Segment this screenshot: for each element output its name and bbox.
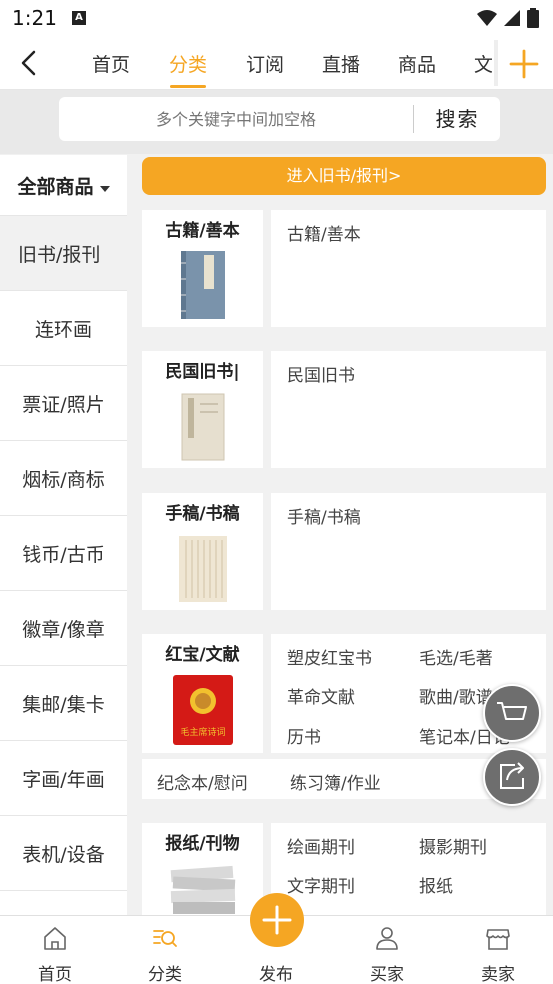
category-card-left[interactable]: 红宝/文献 毛主席诗词 — [142, 634, 263, 753]
tab-home[interactable]: 首页 — [92, 50, 130, 77]
category-title: 报纸/刊物 — [165, 834, 240, 854]
category-search-icon — [153, 930, 177, 947]
sidebar-item-comics[interactable]: 连环画 — [0, 291, 127, 366]
status-bar: 1:21 A — [0, 0, 553, 36]
publish-button[interactable] — [250, 893, 304, 947]
cart-icon — [497, 702, 527, 720]
cart-button[interactable] — [483, 684, 541, 742]
subcategory-list: 民国旧书 — [271, 351, 546, 468]
bottom-nav-category[interactable]: 分类 — [110, 916, 220, 984]
category-card-left[interactable]: 手稿/书稿 — [142, 493, 263, 610]
tab-article[interactable]: 文 — [474, 50, 492, 77]
top-nav-bar: 首页 分类 订阅 直播 商品 文 — [0, 36, 553, 90]
notification-icon: A — [72, 11, 86, 25]
sidebar-item-coins[interactable]: 钱币/古币 — [0, 516, 127, 591]
subcategory-list: 古籍/善本 — [271, 210, 546, 327]
subcategory-item[interactable]: 毛选/毛著 — [419, 644, 493, 669]
subcategory-item[interactable]: 歌曲/歌谱 — [419, 683, 493, 708]
tab-goods[interactable]: 商品 — [398, 50, 436, 77]
category-tabs: 首页 分类 订阅 直播 商品 文 — [74, 36, 492, 90]
subcategory-item[interactable]: 革命文献 — [287, 683, 355, 708]
all-goods-dropdown[interactable]: 全部商品 — [0, 155, 127, 216]
category-card: 民国旧书| 民国旧书 — [142, 351, 546, 468]
tab-subscribe[interactable]: 订阅 — [246, 50, 284, 77]
category-title: 古籍/善本 — [165, 221, 240, 241]
search-box: 搜索 — [59, 97, 500, 141]
sidebar-item-paintings[interactable]: 字画/年画 — [0, 741, 127, 816]
subcategory-list: 手稿/书稿 — [271, 493, 546, 610]
subcategory-item[interactable]: 历书 — [287, 723, 321, 748]
bottom-nav-seller[interactable]: 卖家 — [443, 916, 553, 984]
search-input[interactable] — [59, 97, 413, 141]
nav-divider — [494, 40, 498, 86]
category-title: 民国旧书| — [165, 362, 240, 382]
subcategory-item[interactable]: 绘画期刊 — [287, 833, 355, 858]
search-button[interactable]: 搜索 — [415, 97, 500, 141]
sidebar-item-cigarette-labels[interactable]: 烟标/商标 — [0, 441, 127, 516]
battery-icon — [527, 8, 539, 28]
search-area: 搜索 — [0, 90, 553, 154]
category-card-left[interactable]: 民国旧书| — [142, 351, 263, 468]
category-card-left[interactable]: 古籍/善本 — [142, 210, 263, 327]
share-button[interactable] — [483, 748, 541, 806]
subcategory-item[interactable]: 摄影期刊 — [419, 833, 487, 858]
republic-book-image — [181, 393, 224, 461]
category-sidebar: 全部商品 旧书/报刊 连环画 票证/照片 烟标/商标 钱币/古币 徽章/像章 集… — [0, 155, 127, 915]
bottom-nav-label: 分类 — [148, 965, 182, 984]
all-goods-label: 全部商品 — [17, 175, 94, 198]
category-card-left[interactable]: 报纸/刊物 — [142, 823, 263, 915]
newspaper-stack-image — [170, 865, 235, 914]
category-card: 古籍/善本 古籍/善本 — [142, 210, 546, 327]
category-title: 手稿/书稿 — [165, 504, 240, 524]
status-time: 1:21 — [12, 6, 57, 30]
subcategory-item[interactable]: 练习簿/作业 — [290, 769, 381, 794]
active-tab-indicator — [170, 85, 206, 88]
plus-icon — [262, 905, 292, 935]
tab-category[interactable]: 分类 — [169, 50, 207, 77]
wifi-icon — [477, 10, 497, 26]
subcategory-item[interactable]: 民国旧书 — [287, 361, 355, 386]
subcategory-item[interactable]: 塑皮红宝书 — [287, 644, 372, 669]
red-book-image: 毛主席诗词 — [172, 675, 233, 745]
share-icon — [500, 762, 524, 789]
subcategory-item[interactable]: 古籍/善本 — [287, 220, 361, 245]
tab-live[interactable]: 直播 — [322, 50, 360, 77]
bottom-nav-label: 发布 — [259, 965, 293, 984]
caret-down-icon — [99, 186, 110, 192]
manuscript-image — [178, 536, 227, 602]
sidebar-item-old-books[interactable]: 旧书/报刊 — [0, 216, 127, 291]
search-divider — [413, 105, 414, 133]
bottom-nav-label: 买家 — [370, 965, 404, 984]
category-card: 报纸/刊物 绘画期刊 摄影期刊 文字期刊 报纸 — [142, 823, 546, 915]
sidebar-item-stamps[interactable]: 集邮/集卡 — [0, 666, 127, 741]
shop-icon — [486, 929, 510, 950]
subcategory-item[interactable]: 纪念本/慰问 — [157, 769, 248, 794]
subcategory-list: 绘画期刊 摄影期刊 文字期刊 报纸 — [271, 823, 546, 915]
subcategory-item[interactable]: 报纸 — [419, 872, 453, 897]
back-arrow-icon[interactable] — [14, 48, 44, 78]
add-icon[interactable] — [508, 48, 540, 80]
sidebar-item-badges[interactable]: 徽章/像章 — [0, 591, 127, 666]
home-icon — [44, 927, 66, 950]
category-title: 红宝/文献 — [165, 645, 240, 665]
status-icons — [477, 8, 539, 28]
bottom-nav-buyer[interactable]: 买家 — [332, 916, 442, 984]
bottom-nav-home[interactable]: 首页 — [0, 916, 110, 984]
bottom-nav-label: 卖家 — [481, 965, 515, 984]
enter-category-button[interactable]: 进入旧书/报刊> — [142, 157, 546, 195]
sidebar-item-watches[interactable]: 表机/设备 — [0, 816, 127, 891]
signal-icon — [504, 10, 520, 26]
subcategory-item[interactable]: 手稿/书稿 — [287, 503, 361, 528]
ancient-book-image — [180, 251, 225, 319]
bottom-nav-label: 首页 — [38, 965, 72, 984]
red-book-title: 毛主席诗词 — [180, 726, 225, 738]
sidebar-item-tickets[interactable]: 票证/照片 — [0, 366, 127, 441]
category-card: 手稿/书稿 手稿/书稿 — [142, 493, 546, 610]
person-icon — [376, 927, 398, 950]
